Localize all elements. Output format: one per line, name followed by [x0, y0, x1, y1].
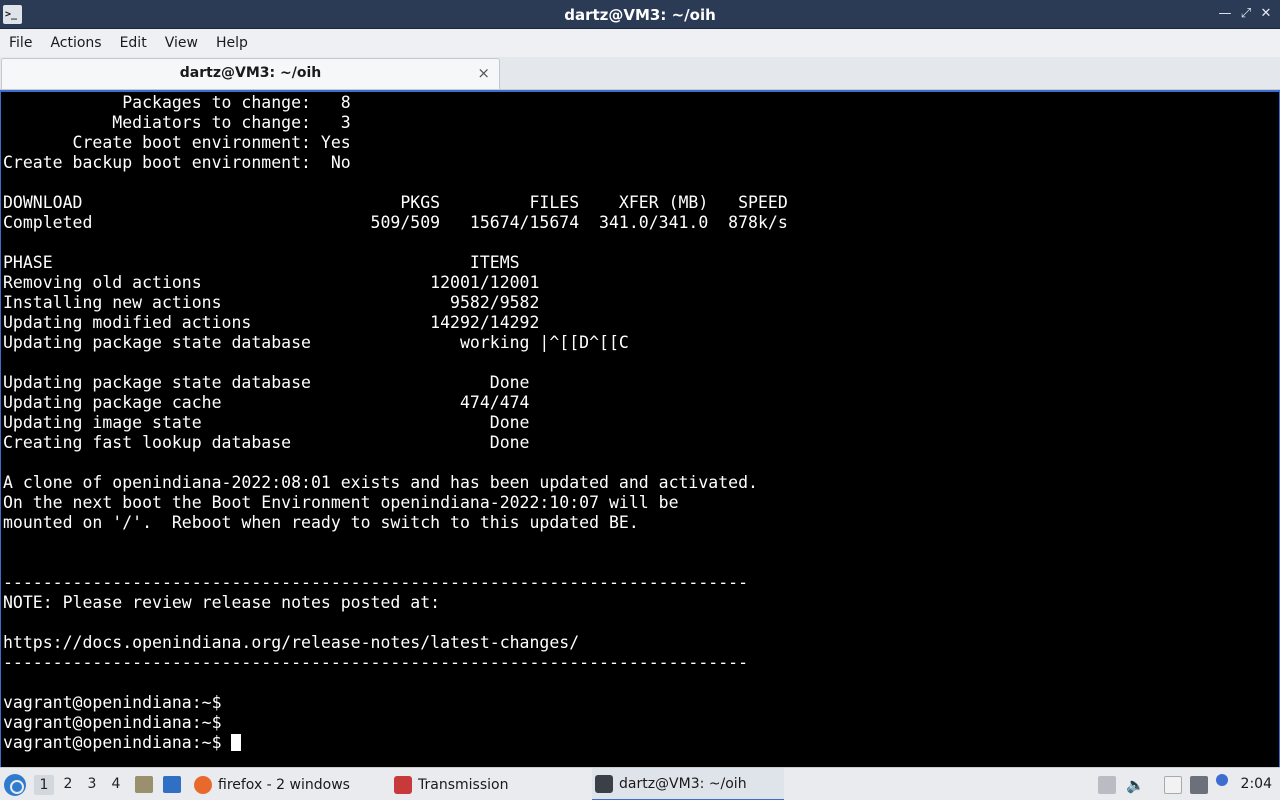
- terminal-line: Create boot environment: Yes: [3, 133, 351, 152]
- firefox-icon: [194, 775, 212, 794]
- terminal-line: Updating modified actions 14292/14292: [3, 313, 540, 332]
- menu-view[interactable]: View: [156, 29, 207, 57]
- tab-terminal[interactable]: dartz@VM3: ~/oih ×: [1, 58, 500, 89]
- workspace-1[interactable]: 1: [34, 775, 54, 795]
- terminal-line: Packages to change: 8: [3, 93, 351, 112]
- terminal-line: Updating package state database working …: [3, 333, 629, 352]
- clipboard-icon[interactable]: [1164, 776, 1182, 794]
- package-updates-icon[interactable]: [1098, 776, 1116, 794]
- terminal-line: Create backup boot environment: No: [3, 153, 351, 172]
- clock[interactable]: 2:04: [1241, 776, 1272, 792]
- tab-label: dartz@VM3: ~/oih: [179, 65, 322, 81]
- network-icon[interactable]: [1190, 776, 1208, 794]
- terminal-line: PHASE ITEMS: [3, 253, 520, 272]
- minimize-icon[interactable]: —: [1216, 6, 1234, 21]
- tab-bar: dartz@VM3: ~/oih ×: [0, 57, 1280, 90]
- terminal-line: Removing old actions 12001/12001: [3, 273, 540, 292]
- terminal-line: Installing new actions 9582/9582: [3, 293, 540, 312]
- terminal-line: vagrant@openindiana:~$: [3, 713, 222, 732]
- workspace-4[interactable]: 4: [106, 776, 126, 792]
- terminal-line: https://docs.openindiana.org/release-not…: [3, 633, 580, 652]
- terminal-line: Mediators to change: 3: [3, 113, 351, 132]
- show-desktop-icon[interactable]: [163, 776, 181, 793]
- start-menu-icon[interactable]: [4, 774, 26, 796]
- terminal-line: NOTE: Please review release notes posted…: [3, 593, 441, 612]
- menu-bar: File Actions Edit View Help: [0, 29, 1280, 57]
- terminal-line: mounted on '/'. Reboot when ready to swi…: [3, 513, 639, 532]
- transmission-icon: [394, 775, 412, 794]
- terminal-line: ----------------------------------------…: [3, 653, 749, 672]
- menu-edit[interactable]: Edit: [111, 29, 156, 57]
- terminal-line: A clone of openindiana-2022:08:01 exists…: [3, 473, 758, 492]
- workspace-2[interactable]: 2: [58, 776, 78, 792]
- terminal-line: ----------------------------------------…: [3, 573, 749, 592]
- taskbar: 1 2 3 4 firefox - 2 windows Transmission…: [0, 767, 1280, 800]
- menu-file[interactable]: File: [0, 29, 41, 57]
- notification-icon[interactable]: [1216, 774, 1228, 786]
- close-icon[interactable]: ✕: [1257, 6, 1275, 21]
- window-title: dartz@VM3: ~/oih: [564, 6, 716, 24]
- task-label: dartz@VM3: ~/oih: [619, 775, 747, 792]
- volume-icon[interactable]: 🔈: [1126, 776, 1145, 794]
- terminal-line: Creating fast lookup database Done: [3, 433, 530, 452]
- terminal-line: vagrant@openindiana:~$: [3, 693, 222, 712]
- terminal-line: Updating package state database Done: [3, 373, 530, 392]
- terminal-line: Completed 509/509 15674/15674 341.0/341.…: [3, 213, 788, 232]
- file-manager-icon[interactable]: [135, 776, 153, 793]
- terminal-line: On the next boot the Boot Environment op…: [3, 493, 679, 512]
- restore-icon[interactable]: ⤢: [1237, 6, 1255, 21]
- menu-actions[interactable]: Actions: [41, 29, 110, 57]
- task-label: Transmission: [418, 776, 509, 793]
- terminal-text: Packages to change: 8 Mediators to chang…: [3, 93, 788, 753]
- tab-close-icon[interactable]: ×: [477, 64, 490, 82]
- terminal-output[interactable]: Packages to change: 8 Mediators to chang…: [0, 90, 1280, 767]
- window-titlebar[interactable]: >_ dartz@VM3: ~/oih — ⤢ ✕: [0, 0, 1280, 29]
- task-label: firefox - 2 windows: [218, 776, 350, 793]
- task-firefox[interactable]: firefox - 2 windows: [194, 768, 384, 800]
- task-transmission[interactable]: Transmission: [394, 768, 584, 800]
- task-terminal[interactable]: dartz@VM3: ~/oih: [592, 768, 784, 800]
- terminal-line: DOWNLOAD PKGS FILES XFER (MB) SPEED: [3, 193, 788, 212]
- terminal-icon: [595, 774, 613, 793]
- terminal-line: vagrant@openindiana:~$: [3, 733, 232, 752]
- terminal-line: Updating package cache 474/474: [3, 393, 530, 412]
- terminal-line: Updating image state Done: [3, 413, 530, 432]
- menu-help[interactable]: Help: [207, 29, 257, 57]
- workspace-3[interactable]: 3: [82, 776, 102, 792]
- terminal-cursor: [231, 734, 242, 751]
